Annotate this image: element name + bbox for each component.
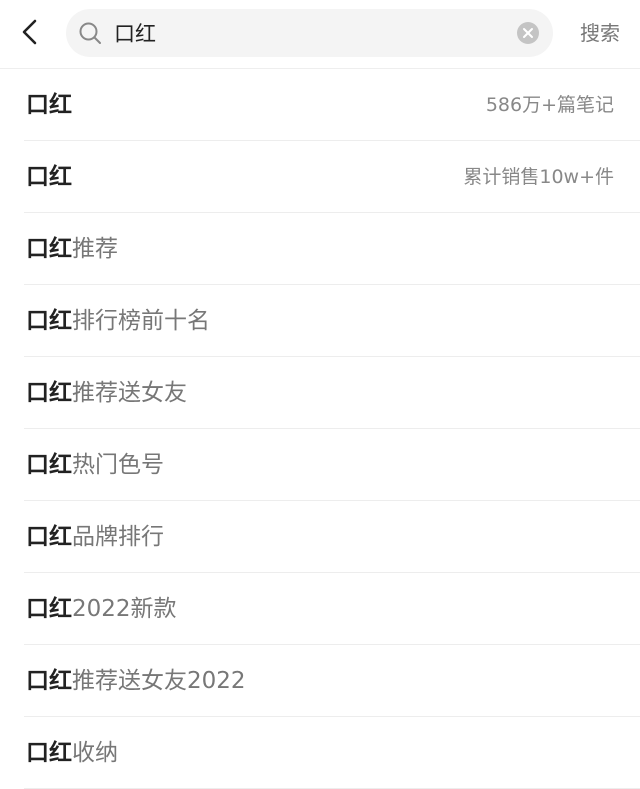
suggestion-keyword: 口红 <box>26 668 72 694</box>
suggestion-rest: 热门色号 <box>72 452 164 478</box>
suggestion-text: 口红品牌排行 <box>26 522 164 552</box>
search-header: 搜索 <box>0 0 640 69</box>
suggestion-text: 口红2022新款 <box>26 594 177 624</box>
suggestion-rest: 推荐送女友 <box>72 380 187 406</box>
suggestion-item[interactable]: 口红收纳 <box>24 717 640 789</box>
suggestion-item[interactable]: 口红推荐送女友2022 <box>24 645 640 717</box>
suggestion-keyword: 口红 <box>26 596 72 622</box>
suggestion-rest: 推荐 <box>72 236 118 262</box>
search-box[interactable] <box>66 9 553 57</box>
suggestion-keyword: 口红 <box>26 740 72 766</box>
clear-icon[interactable] <box>517 22 539 44</box>
suggestion-keyword: 口红 <box>26 524 72 550</box>
suggestion-rest: 推荐送女友2022 <box>72 668 246 694</box>
suggestion-keyword: 口红 <box>26 236 72 262</box>
suggestion-item[interactable]: 口红2022新款 <box>24 573 640 645</box>
suggestion-rest: 收纳 <box>72 740 118 766</box>
suggestion-text: 口红推荐送女友2022 <box>26 666 246 696</box>
suggestion-text: 口红 <box>26 162 72 192</box>
search-button[interactable]: 搜索 <box>572 16 628 50</box>
suggestion-item[interactable]: 口红推荐 <box>24 213 640 285</box>
suggestion-item[interactable]: 口红排行榜前十名 <box>24 285 640 357</box>
suggestion-rest: 品牌排行 <box>72 524 164 550</box>
suggestion-meta: 586万+篇笔记 <box>485 94 614 116</box>
suggestion-meta: 累计销售10w+件 <box>463 166 614 188</box>
suggestion-item[interactable]: 口红品牌排行 <box>24 501 640 573</box>
suggestion-keyword: 口红 <box>26 308 72 334</box>
suggestion-keyword: 口红 <box>26 452 72 478</box>
search-input[interactable] <box>114 17 504 49</box>
suggestion-keyword: 口红 <box>26 92 72 118</box>
suggestion-text: 口红热门色号 <box>26 450 164 480</box>
back-button[interactable] <box>10 12 50 52</box>
suggestion-text: 口红收纳 <box>26 738 118 768</box>
suggestion-list: 口红 586万+篇笔记 口红 累计销售10w+件 口红推荐 口红排行榜前十名 口… <box>0 69 640 789</box>
suggestion-text: 口红排行榜前十名 <box>26 306 210 336</box>
suggestion-item[interactable]: 口红 586万+篇笔记 <box>24 69 640 141</box>
suggestion-keyword: 口红 <box>26 164 72 190</box>
suggestion-item[interactable]: 口红 累计销售10w+件 <box>24 141 640 213</box>
search-icon <box>79 22 101 44</box>
suggestion-rest: 排行榜前十名 <box>72 308 210 334</box>
suggestion-item[interactable]: 口红热门色号 <box>24 429 640 501</box>
suggestion-text: 口红推荐送女友 <box>26 378 187 408</box>
suggestion-text: 口红 <box>26 90 72 120</box>
suggestion-rest: 2022新款 <box>72 596 177 622</box>
suggestion-keyword: 口红 <box>26 380 72 406</box>
chevron-left-icon <box>22 19 37 45</box>
suggestion-text: 口红推荐 <box>26 234 118 264</box>
suggestion-item[interactable]: 口红推荐送女友 <box>24 357 640 429</box>
